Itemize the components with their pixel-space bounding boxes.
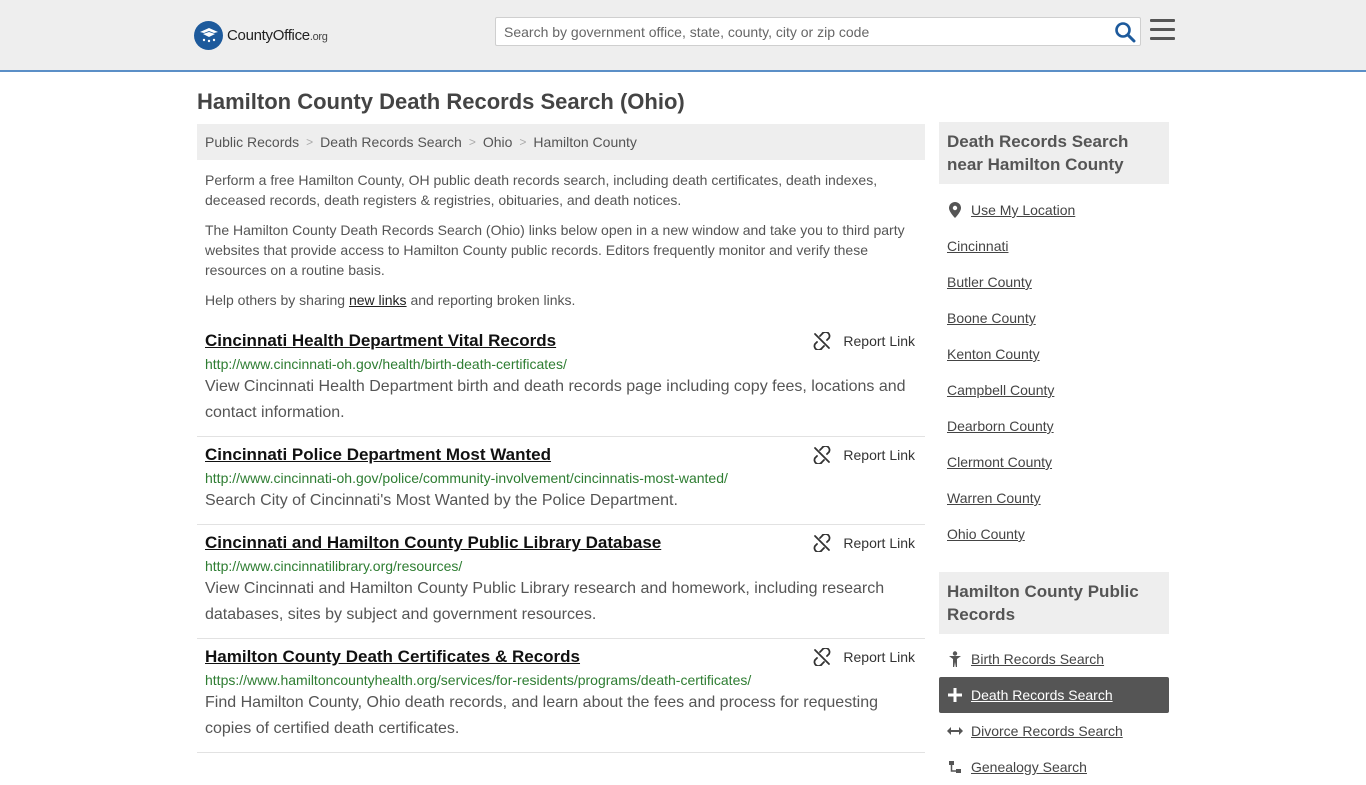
nearby-link[interactable]: Dearborn County: [947, 418, 1054, 434]
result-description: Find Hamilton County, Ohio death records…: [205, 694, 878, 737]
result-url: https://www.hamiltoncountyhealth.org/ser…: [205, 672, 752, 688]
result-description: Search City of Cincinnati's Most Wanted …: [205, 492, 678, 509]
use-location-link[interactable]: Use My Location: [971, 202, 1075, 218]
site-header: CountyOffice.org: [0, 0, 1366, 72]
result-url: http://www.cincinnati-oh.gov/health/birt…: [205, 356, 567, 372]
report-link-button[interactable]: Report Link: [813, 648, 915, 666]
result-description: View Cincinnati and Hamilton County Publ…: [205, 580, 885, 623]
breadcrumb-ohio[interactable]: Ohio: [483, 134, 513, 150]
logo-tld: .org: [309, 30, 328, 43]
sidebar-public-records-list: Birth Records Search: [947, 641, 1169, 677]
sidebar-item-campbell-county: Campbell County: [947, 372, 1169, 408]
site-search: [495, 17, 1141, 46]
sidebar-item-death-records-active[interactable]: Death Records Search: [939, 677, 1169, 713]
share-links-paragraph: Help others by sharing new links and rep…: [205, 292, 576, 308]
breadcrumb-public-records[interactable]: Public Records: [205, 134, 299, 150]
birth-records-link[interactable]: Birth Records Search: [971, 651, 1104, 667]
sidebar-item-genealogy: Genealogy Search: [947, 749, 1169, 785]
nearby-link[interactable]: Butler County: [947, 274, 1032, 290]
search-icon[interactable]: [1114, 21, 1136, 43]
report-link-button[interactable]: Report Link: [813, 534, 915, 552]
tree-icon: [947, 760, 963, 774]
sidebar-item-boone-county: Boone County: [947, 300, 1169, 336]
result-title-link[interactable]: Cincinnati Health Department Vital Recor…: [205, 331, 556, 351]
sidebar-item-birth-records: Birth Records Search: [947, 641, 1169, 677]
result-url: http://www.cincinnatilibrary.org/resourc…: [205, 558, 463, 574]
search-input[interactable]: [496, 18, 1106, 45]
breadcrumb-separator: >: [468, 135, 476, 149]
broken-link-icon: [814, 648, 831, 666]
result-title-link[interactable]: Hamilton County Death Certificates & Rec…: [205, 647, 580, 667]
report-link-button[interactable]: Report Link: [813, 332, 915, 350]
disclaimer-paragraph: The Hamilton County Death Records Search…: [205, 222, 905, 278]
arrows-horizontal-icon: [947, 726, 963, 736]
broken-link-icon: [814, 332, 831, 350]
plus-icon: [947, 688, 963, 702]
sidebar-item-ohio-county: Ohio County: [947, 516, 1169, 552]
person-icon: [947, 651, 963, 667]
sidebar-item-cincinnati: Cincinnati: [947, 228, 1169, 264]
results-list: Cincinnati Health Department Vital Recor…: [197, 323, 925, 753]
nearby-link[interactable]: Warren County: [947, 490, 1041, 506]
breadcrumb: Public Records > Death Records Search > …: [197, 124, 925, 160]
broken-link-icon: [814, 534, 831, 552]
report-link-button[interactable]: Report Link: [813, 446, 915, 464]
logo-wordmark: CountyOffice: [227, 26, 310, 44]
sidebar-item-kenton-county: Kenton County: [947, 336, 1169, 372]
sidebar-item-clermont-county: Clermont County: [947, 444, 1169, 480]
nearby-link[interactable]: Kenton County: [947, 346, 1040, 362]
sidebar-item-divorce-records: Divorce Records Search: [947, 713, 1169, 749]
nearby-link[interactable]: Ohio County: [947, 526, 1025, 542]
sidebar-public-records-heading: Hamilton County Public Records: [939, 572, 1169, 634]
nearby-link[interactable]: Campbell County: [947, 382, 1054, 398]
new-links-link[interactable]: new links: [349, 292, 407, 308]
result-url: http://www.cincinnati-oh.gov/police/comm…: [205, 470, 728, 486]
sidebar-public-records-list-cont: Divorce Records Search Genealogy Search: [947, 713, 1169, 785]
breadcrumb-separator: >: [306, 135, 314, 149]
logo-emblem-icon: [194, 20, 223, 50]
broken-link-icon: [814, 446, 831, 464]
hamburger-menu-icon[interactable]: [1150, 19, 1175, 41]
result-item: Cincinnati and Hamilton County Public Li…: [197, 525, 925, 639]
sidebar-item-warren-county: Warren County: [947, 480, 1169, 516]
site-logo[interactable]: CountyOffice.org: [194, 20, 328, 50]
sidebar-nearby-heading: Death Records Search near Hamilton Count…: [939, 122, 1169, 184]
map-pin-icon: [947, 202, 963, 218]
breadcrumb-death-records-search[interactable]: Death Records Search: [320, 134, 462, 150]
breadcrumb-hamilton-county[interactable]: Hamilton County: [533, 134, 637, 150]
death-records-link[interactable]: Death Records Search: [971, 687, 1113, 703]
result-title-link[interactable]: Cincinnati Police Department Most Wanted: [205, 445, 551, 465]
sidebar-item-use-location: Use My Location: [947, 192, 1169, 228]
sidebar-item-dearborn-county: Dearborn County: [947, 408, 1169, 444]
result-description: View Cincinnati Health Department birth …: [205, 378, 906, 421]
result-item: Cincinnati Health Department Vital Recor…: [197, 323, 925, 437]
result-item: Hamilton County Death Certificates & Rec…: [197, 639, 925, 753]
nearby-link[interactable]: Clermont County: [947, 454, 1052, 470]
genealogy-link[interactable]: Genealogy Search: [971, 759, 1087, 775]
sidebar-item-butler-county: Butler County: [947, 264, 1169, 300]
intro-paragraph: Perform a free Hamilton County, OH publi…: [205, 172, 878, 208]
nearby-link[interactable]: Boone County: [947, 310, 1036, 326]
breadcrumb-separator: >: [519, 135, 527, 149]
result-item: Cincinnati Police Department Most Wanted…: [197, 437, 925, 525]
page-title: Hamilton County Death Records Search (Oh…: [197, 89, 685, 114]
nearby-link[interactable]: Cincinnati: [947, 238, 1008, 254]
result-title-link[interactable]: Cincinnati and Hamilton County Public Li…: [205, 533, 661, 553]
divorce-records-link[interactable]: Divorce Records Search: [971, 723, 1123, 739]
sidebar-nearby-list: Use My Location Cincinnati Butler County…: [947, 192, 1169, 552]
